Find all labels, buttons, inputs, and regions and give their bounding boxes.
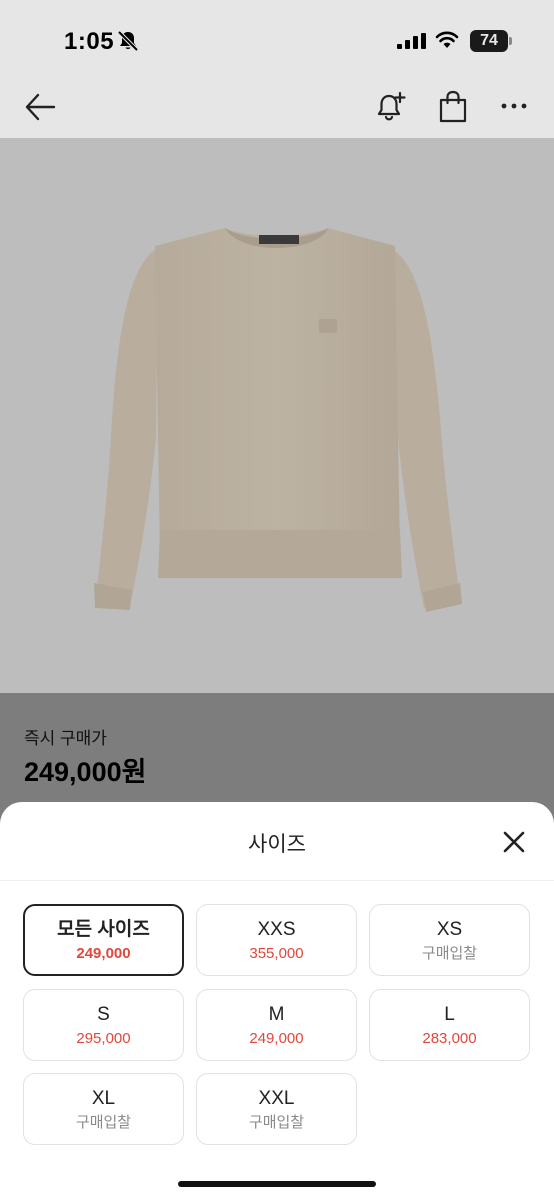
- battery-cap: [509, 37, 512, 45]
- size-option-name: S: [97, 1004, 110, 1025]
- home-indicator: [178, 1181, 376, 1187]
- size-option-name: XXS: [257, 919, 296, 940]
- shopping-bag-icon[interactable]: [437, 90, 469, 124]
- product-image-area: [0, 138, 554, 693]
- size-option-price: 구매입찰: [75, 1114, 132, 1131]
- product-image: [94, 228, 462, 612]
- size-option-price: 249,000: [249, 1030, 304, 1047]
- size-option-price: 구매입찰: [421, 945, 478, 962]
- battery-icon: 74: [470, 30, 508, 52]
- size-option-name: XS: [436, 919, 463, 940]
- size-option-price: 355,000: [249, 945, 304, 962]
- sheet-divider: [0, 880, 554, 881]
- size-option-xl[interactable]: XL 구매입찰: [23, 1073, 184, 1145]
- size-option-xxl[interactable]: XXL 구매입찰: [196, 1073, 357, 1145]
- status-time: 1:05: [64, 28, 115, 55]
- sheet-title: 사이즈: [248, 833, 306, 856]
- size-option-s[interactable]: S 295,000: [23, 989, 184, 1061]
- nav-bar: [0, 80, 554, 138]
- signal-icon: [397, 33, 426, 49]
- back-arrow-icon[interactable]: [24, 92, 56, 122]
- size-option-name: XL: [91, 1088, 116, 1109]
- size-option-xs[interactable]: XS 구매입찰: [369, 904, 530, 976]
- size-option-name: XXL: [258, 1088, 295, 1109]
- size-option-m[interactable]: M 249,000: [196, 989, 357, 1061]
- size-option-name: 모든 사이즈: [57, 919, 150, 940]
- size-option-price: 249,000: [76, 945, 131, 962]
- instant-buy-price-value: 249,000원: [24, 757, 147, 787]
- wifi-icon: [435, 31, 459, 48]
- bell-plus-icon[interactable]: [374, 90, 408, 124]
- size-option-name: M: [268, 1004, 285, 1025]
- size-option-name: L: [444, 1004, 455, 1025]
- more-icon[interactable]: [500, 102, 528, 110]
- size-option-price: 283,000: [422, 1030, 477, 1047]
- size-option-l[interactable]: L 283,000: [369, 989, 530, 1061]
- size-option-price: 295,000: [76, 1030, 131, 1047]
- size-option-all[interactable]: 모든 사이즈 249,000: [23, 904, 184, 976]
- bell-off-icon: [117, 30, 139, 52]
- size-option-xxs[interactable]: XXS 355,000: [196, 904, 357, 976]
- close-icon[interactable]: [500, 828, 528, 856]
- instant-buy-price-label: 즉시 구매가: [24, 729, 107, 748]
- size-option-price: 구매입찰: [248, 1114, 305, 1131]
